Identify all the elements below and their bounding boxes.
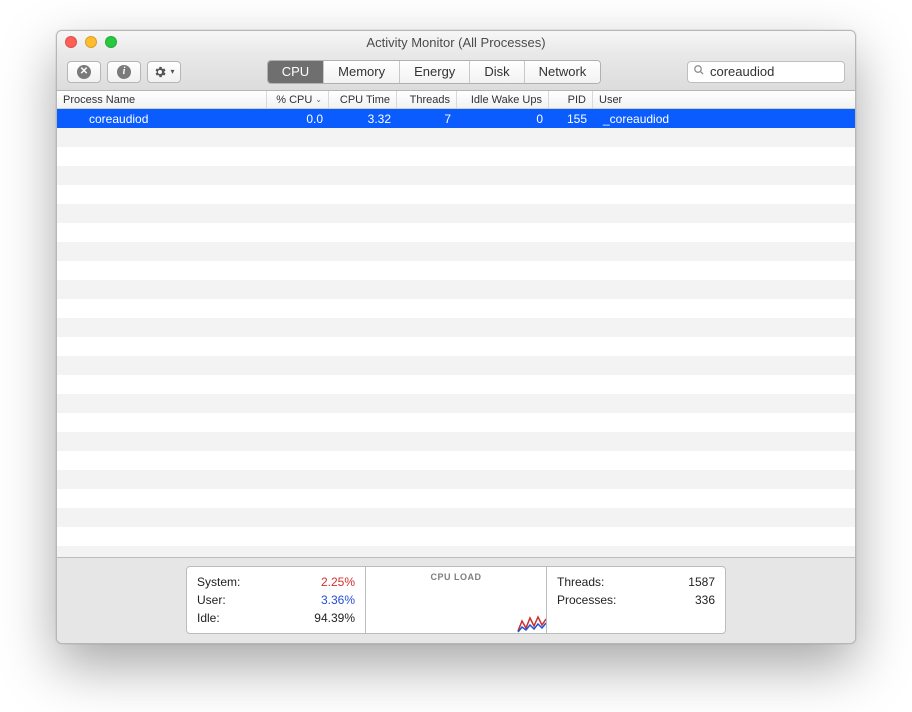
window-controls	[65, 36, 117, 48]
label-system: System:	[197, 575, 240, 589]
window-title: Activity Monitor (All Processes)	[366, 35, 545, 50]
value-user: 3.36%	[321, 593, 355, 607]
quit-process-button[interactable]: ✕	[67, 61, 101, 83]
tab-memory[interactable]: Memory	[324, 61, 400, 83]
process-summary-panel: Threads: 1587 Processes: 336	[546, 566, 726, 634]
tab-network[interactable]: Network	[525, 61, 601, 83]
footer-summary: System: 2.25% User: 3.36% Idle: 94.39% CPU …	[57, 557, 855, 643]
cell-pid: 155	[549, 112, 593, 126]
minimize-window-button[interactable]	[85, 36, 97, 48]
toolbar-left-group: ✕ i ▾	[67, 61, 181, 83]
cell-idle-wake-ups: 0	[457, 112, 549, 126]
inspect-process-button[interactable]: i	[107, 61, 141, 83]
process-table[interactable]: coreaudiod 0.0 3.32 7 0 155 _coreaudiod	[57, 109, 855, 557]
label-threads-total: Threads:	[557, 575, 604, 589]
quit-icon: ✕	[77, 65, 91, 79]
activity-monitor-window: Activity Monitor (All Processes) ✕ i ▾ C…	[56, 30, 856, 644]
tab-cpu[interactable]: CPU	[268, 61, 324, 83]
col-pid[interactable]: PID	[549, 91, 593, 108]
value-idle: 94.39%	[314, 611, 355, 625]
col-cpu-time[interactable]: CPU Time	[329, 91, 397, 108]
tab-energy[interactable]: Energy	[400, 61, 470, 83]
toolbar: ✕ i ▾ CPU Memory Energy Disk Network	[57, 53, 855, 91]
cpu-usage-panel: System: 2.25% User: 3.36% Idle: 94.39%	[186, 566, 366, 634]
label-processes-total: Processes:	[557, 593, 616, 607]
table-rows: coreaudiod 0.0 3.32 7 0 155 _coreaudiod	[57, 109, 855, 557]
col-process-name[interactable]: Process Name	[57, 91, 267, 108]
tab-disk[interactable]: Disk	[470, 61, 524, 83]
cell-process-name: coreaudiod	[57, 112, 267, 126]
value-system: 2.25%	[321, 575, 355, 589]
close-window-button[interactable]	[65, 36, 77, 48]
cell-user: _coreaudiod	[593, 112, 855, 126]
sort-indicator-icon: ⌄	[315, 95, 322, 104]
tab-segmented-control: CPU Memory Energy Disk Network	[267, 60, 602, 84]
col-idle-wake-ups[interactable]: Idle Wake Ups	[457, 91, 549, 108]
options-menu-button[interactable]: ▾	[147, 61, 181, 83]
search-input[interactable]	[710, 64, 856, 79]
cell-pct-cpu: 0.0	[267, 112, 329, 126]
chevron-down-icon: ▾	[170, 67, 174, 76]
info-icon: i	[117, 65, 131, 79]
cpu-load-heading: CPU LOAD	[431, 572, 482, 582]
search-field[interactable]: ✕	[687, 61, 845, 83]
cpu-load-chart	[366, 613, 546, 633]
titlebar[interactable]: Activity Monitor (All Processes)	[57, 31, 855, 53]
value-threads-total: 1587	[688, 575, 715, 589]
search-icon	[693, 64, 705, 79]
label-user: User:	[197, 593, 226, 607]
cpu-load-panel: CPU LOAD	[366, 566, 546, 634]
col-threads[interactable]: Threads	[397, 91, 457, 108]
col-pct-cpu[interactable]: % CPU⌄	[267, 91, 329, 108]
table-column-headers: Process Name % CPU⌄ CPU Time Threads Idl…	[57, 91, 855, 109]
cell-cpu-time: 3.32	[329, 112, 397, 126]
cell-threads: 7	[397, 112, 457, 126]
label-idle: Idle:	[197, 611, 220, 625]
gear-icon: ▾	[153, 65, 174, 79]
col-user[interactable]: User	[593, 91, 855, 108]
value-processes-total: 336	[695, 593, 715, 607]
zoom-window-button[interactable]	[105, 36, 117, 48]
table-row[interactable]: coreaudiod 0.0 3.32 7 0 155 _coreaudiod	[57, 109, 855, 128]
